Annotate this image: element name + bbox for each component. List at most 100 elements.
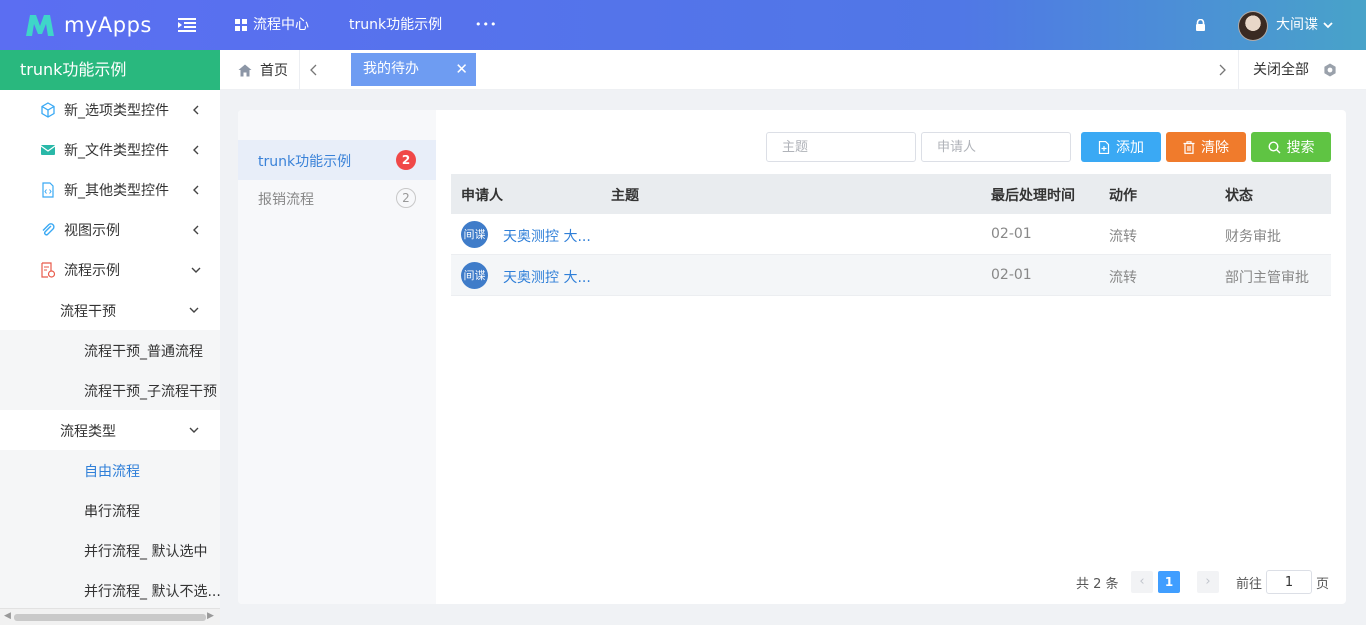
grid-icon — [235, 19, 247, 31]
sidebar-item-serial-process[interactable]: 串行流程 — [0, 490, 220, 530]
tab-home[interactable]: 首页 — [238, 50, 288, 90]
sidebar: trunk功能示例 新_选项类型控件 新_文件类型控件 新_其他类型控件 视图示… — [0, 50, 220, 625]
table-row[interactable]: 间谍 天奥测控 大... 02-01 流转 财务审批 — [451, 214, 1331, 255]
sidebar-item-parallel-unselected[interactable]: 并行流程_ 默认不选... — [0, 570, 220, 610]
scrollbar-thumb[interactable] — [14, 614, 206, 621]
more-icon: ••• — [475, 18, 498, 31]
nav-more[interactable]: ••• — [475, 0, 497, 50]
category-count-badge: 2 — [396, 188, 416, 208]
scroll-right-icon[interactable]: ▶ — [207, 611, 214, 621]
category-count-badge: 2 — [396, 150, 416, 170]
table-header: 申请人 主题 最后处理时间 动作 状态 — [451, 174, 1331, 214]
sidebar-item-other-controls[interactable]: 新_其他类型控件 — [0, 170, 220, 210]
tabs-scroll-right-icon[interactable] — [1216, 63, 1228, 77]
avatar: 间谍 — [461, 221, 488, 248]
pager-goto-label: 前往 — [1236, 577, 1263, 592]
chevron-down-icon — [189, 427, 199, 433]
tab-divider — [299, 50, 300, 90]
sidebar-item-label: 串行流程 — [84, 504, 140, 520]
menu-toggle-icon[interactable] — [178, 17, 196, 33]
close-icon[interactable]: ✕ — [455, 53, 468, 86]
cube-icon — [41, 102, 55, 118]
sidebar-item-file-controls[interactable]: 新_文件类型控件 — [0, 130, 220, 170]
tab-home-label: 首页 — [260, 63, 288, 79]
category-panel: trunk功能示例 2 报销流程 2 — [238, 110, 436, 604]
top-header: myApps 流程中心 trunk功能示例 ••• 大间谍 — [0, 0, 1366, 50]
gear-icon[interactable] — [1323, 63, 1337, 77]
clear-button[interactable]: 清除 — [1166, 132, 1246, 162]
sidebar-horizontal-scrollbar[interactable]: ◀ ▶ — [0, 608, 220, 625]
search-icon — [1267, 140, 1280, 153]
sidebar-item-subprocess[interactable]: 流程干预_子流程干预 — [0, 370, 220, 410]
category-reimbursement[interactable]: 报销流程 2 — [238, 178, 436, 218]
sidebar-item-label: 并行流程_ 默认选中 — [84, 544, 208, 560]
code-file-icon — [42, 182, 54, 198]
nav-trunk-demo[interactable]: trunk功能示例 — [349, 0, 442, 50]
row-time: 02-01 — [991, 226, 1032, 242]
subject-search-input[interactable] — [766, 132, 916, 162]
user-avatar[interactable] — [1238, 11, 1268, 41]
column-header-action[interactable]: 动作 — [1109, 185, 1137, 205]
pager-page-current[interactable]: 1 — [1158, 571, 1180, 593]
sidebar-item-label: 流程示例 — [64, 263, 120, 279]
pager-prev-icon[interactable]: ‹ — [1131, 571, 1153, 593]
table-row[interactable]: 间谍 天奥测控 大... 02-01 流转 部门主管审批 — [451, 255, 1331, 296]
tab-bar: 首页 我的待办 ✕ 关闭全部 — [220, 50, 1366, 90]
todo-table: 申请人 主题 最后处理时间 动作 状态 间谍 天奥测控 大... 02-01 流… — [451, 174, 1331, 296]
user-name[interactable]: 大间谍 — [1276, 0, 1318, 50]
pager-total: 共 2 条 — [1076, 577, 1119, 592]
lock-icon[interactable] — [1195, 19, 1206, 31]
pager-next-icon[interactable]: › — [1197, 571, 1219, 593]
mail-icon — [40, 145, 56, 155]
column-header-applicant[interactable]: 申请人 — [461, 185, 503, 205]
sidebar-item-view-examples[interactable]: 视图示例 — [0, 210, 220, 250]
clear-button-label: 清除 — [1201, 140, 1229, 156]
category-label: trunk功能示例 — [258, 154, 352, 170]
sidebar-item-label: 流程干预_普通流程 — [84, 344, 203, 360]
add-file-icon — [1098, 140, 1110, 154]
sidebar-item-process-examples[interactable]: 流程示例 — [0, 250, 220, 290]
sidebar-group-intervention[interactable]: 流程干预 — [0, 290, 220, 330]
sidebar-item-normal-process[interactable]: 流程干预_普通流程 — [0, 330, 220, 370]
search-button[interactable]: 搜索 — [1251, 132, 1331, 162]
applicant-search-input[interactable] — [921, 132, 1071, 162]
process-doc-icon — [41, 262, 56, 278]
avatar: 间谍 — [461, 262, 488, 289]
todo-card: trunk功能示例 2 报销流程 2 添加 清除 搜索 申请人 主题 — [238, 110, 1346, 604]
row-subject-link[interactable]: 天奥测控 大... — [503, 226, 591, 246]
pager-unit-label: 页 — [1316, 577, 1330, 592]
tabs-scroll-left-icon[interactable] — [308, 63, 320, 77]
sidebar-item-option-controls[interactable]: 新_选项类型控件 — [0, 90, 220, 130]
category-trunk-demo[interactable]: trunk功能示例 2 — [238, 140, 436, 180]
column-header-status[interactable]: 状态 — [1225, 185, 1253, 205]
category-label: 报销流程 — [258, 192, 314, 208]
tab-my-todo-label: 我的待办 — [363, 61, 419, 77]
logo-m-icon — [26, 15, 54, 36]
chevron-left-icon — [193, 185, 199, 195]
sidebar-item-label: 流程干预_子流程干预 — [84, 384, 217, 400]
trash-icon — [1183, 140, 1195, 154]
app-logo[interactable]: myApps — [24, 10, 152, 40]
scroll-left-icon[interactable]: ◀ — [4, 611, 11, 621]
chevron-down-icon — [189, 307, 199, 313]
add-button[interactable]: 添加 — [1081, 132, 1161, 162]
sidebar-group-label: 流程类型 — [60, 424, 116, 440]
row-subject-link[interactable]: 天奥测控 大... — [503, 267, 591, 287]
chevron-down-icon[interactable] — [1322, 19, 1334, 31]
tab-my-todo[interactable]: 我的待办 ✕ — [351, 53, 476, 86]
chevron-down-icon — [191, 267, 201, 273]
nav-process-center[interactable]: 流程中心 — [235, 0, 309, 50]
pager-goto-input[interactable] — [1266, 570, 1312, 594]
add-button-label: 添加 — [1116, 140, 1144, 156]
column-header-last-time[interactable]: 最后处理时间 — [991, 185, 1075, 205]
sidebar-group-process-types[interactable]: 流程类型 — [0, 410, 220, 450]
tab-divider — [1238, 50, 1239, 90]
row-action: 流转 — [1109, 229, 1137, 245]
sidebar-item-label: 新_其他类型控件 — [64, 183, 169, 199]
close-all-tabs[interactable]: 关闭全部 — [1253, 50, 1309, 90]
row-status: 部门主管审批 — [1225, 270, 1309, 286]
sidebar-item-parallel-selected[interactable]: 并行流程_ 默认选中 — [0, 530, 220, 570]
sidebar-item-free-process[interactable]: 自由流程 — [0, 450, 220, 490]
column-header-subject[interactable]: 主题 — [611, 185, 639, 205]
chevron-left-icon — [193, 225, 199, 235]
